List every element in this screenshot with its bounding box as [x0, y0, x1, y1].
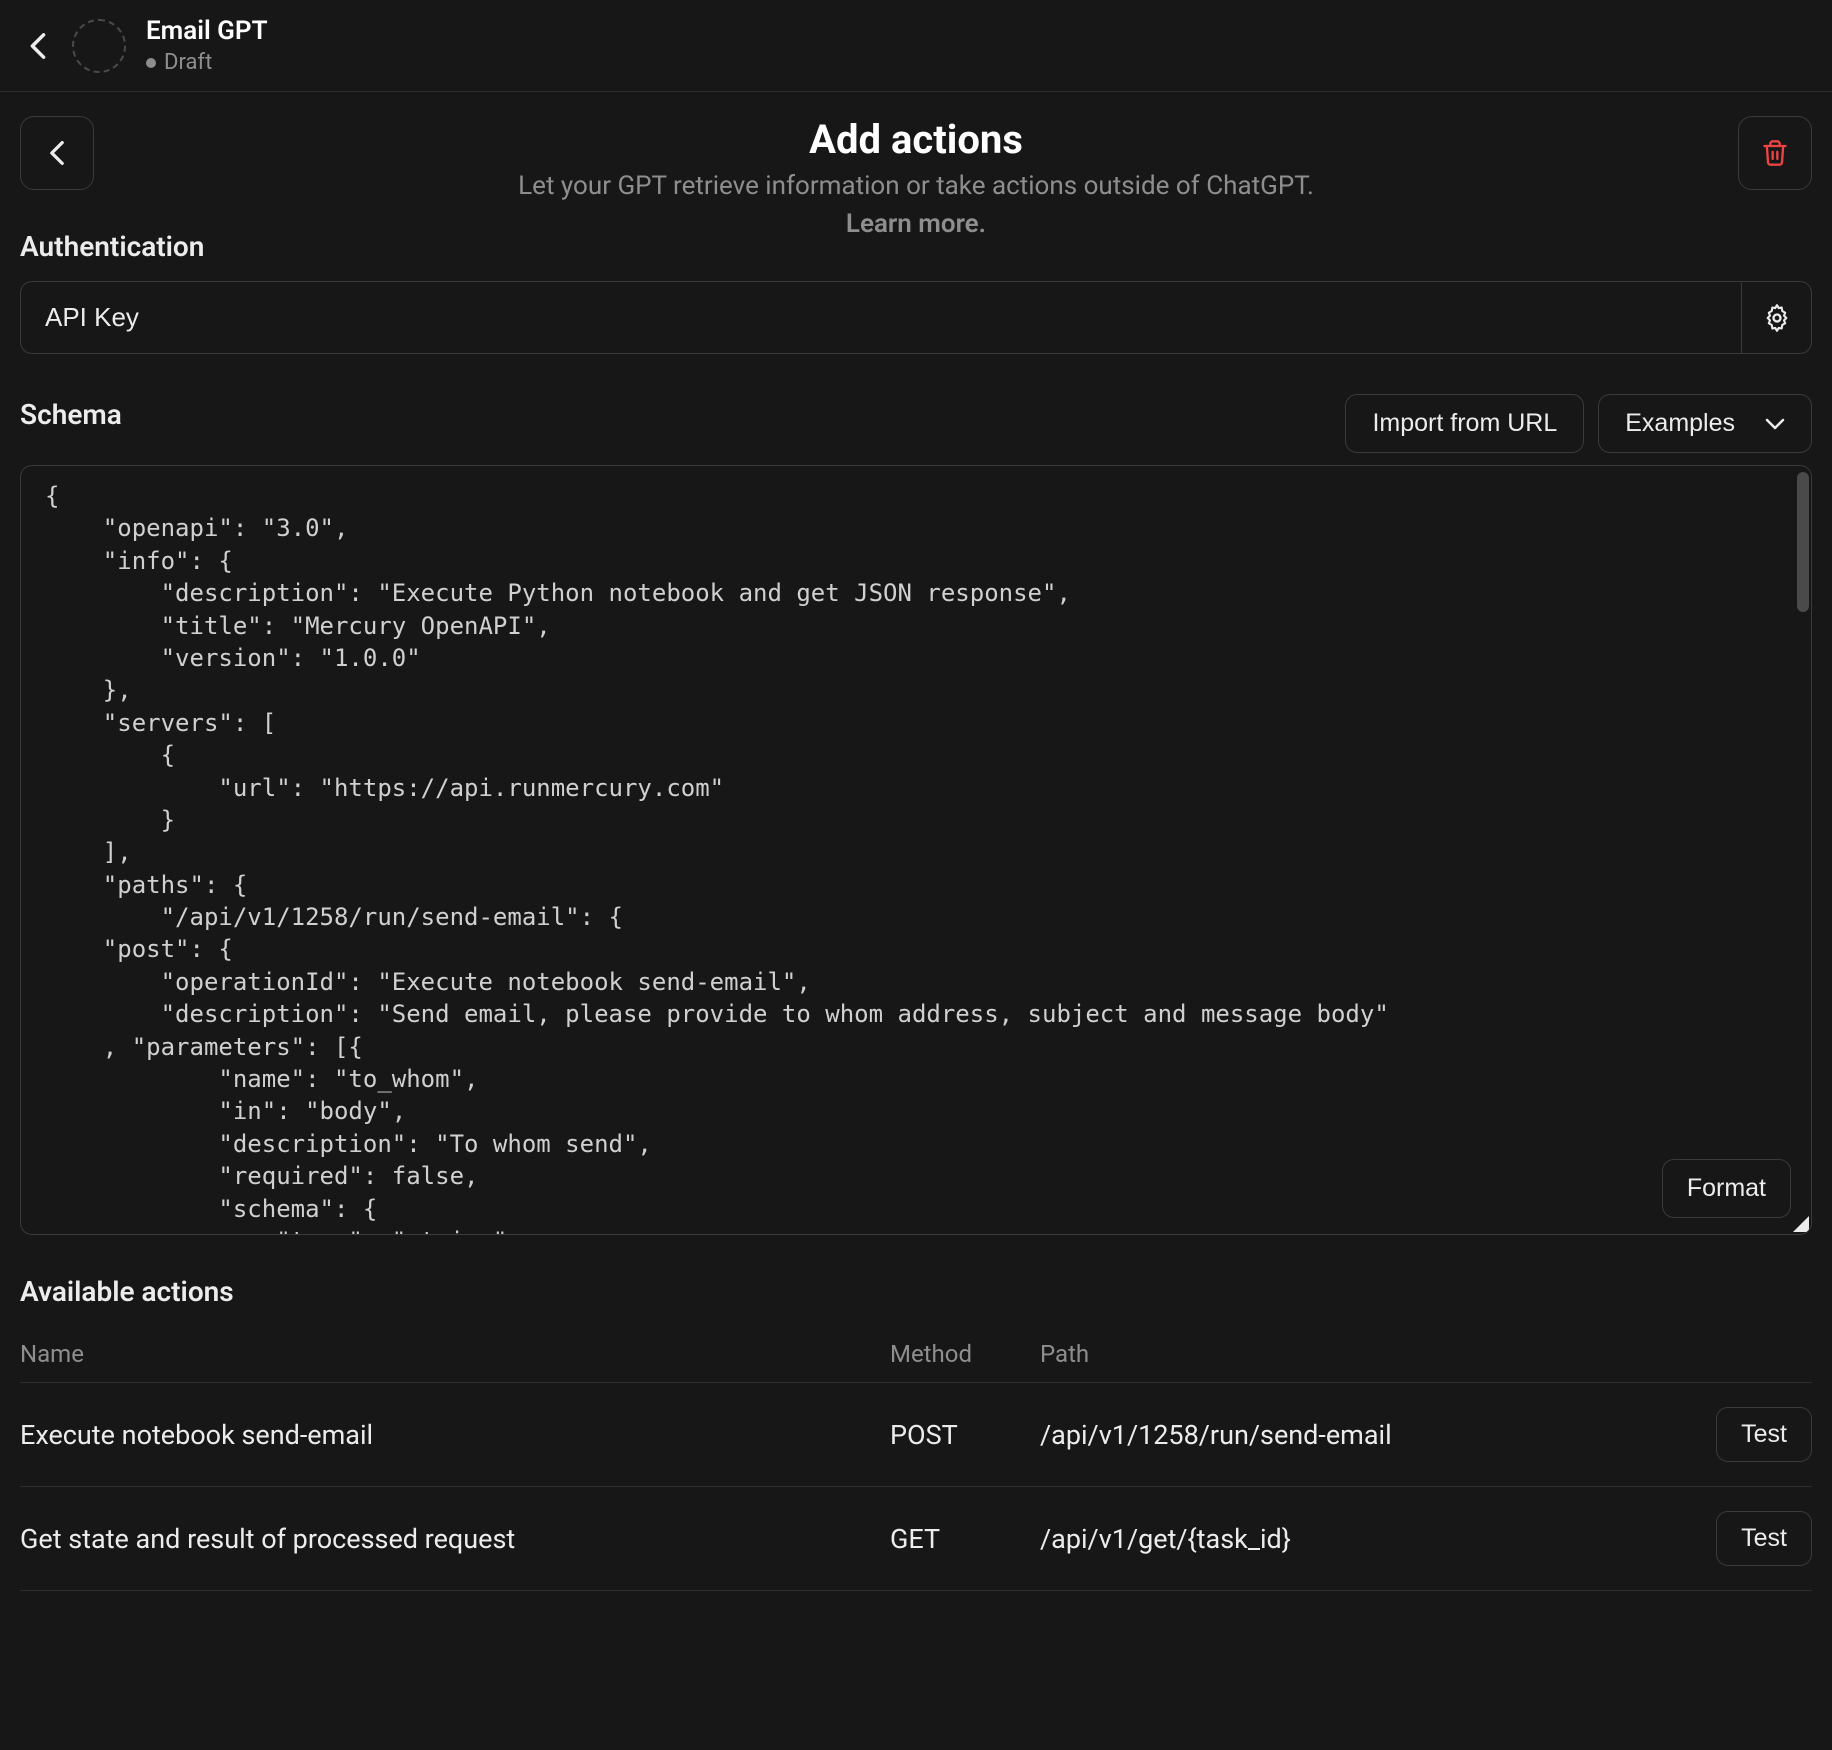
action-path: /api/v1/get/{task_id}: [1040, 1523, 1672, 1555]
header-titles: Email GPT Draft: [146, 16, 268, 75]
examples-label: Examples: [1625, 409, 1735, 438]
chevron-left-icon: [28, 32, 48, 60]
resize-handle-icon[interactable]: [1793, 1216, 1809, 1232]
learn-more-link[interactable]: Learn more.: [20, 209, 1812, 239]
col-name: Name: [20, 1340, 890, 1368]
schema-textarea[interactable]: [21, 466, 1811, 1234]
table-row: Execute notebook send-email POST /api/v1…: [20, 1383, 1812, 1487]
actions-table: Name Method Path Execute notebook send-e…: [20, 1326, 1812, 1591]
schema-editor: Format: [20, 465, 1812, 1235]
gear-icon: [1763, 304, 1791, 332]
top-header: Email GPT Draft: [0, 0, 1832, 92]
back-button[interactable]: [20, 116, 94, 190]
col-method: Method: [890, 1340, 1040, 1368]
trash-icon: [1761, 138, 1789, 168]
format-button[interactable]: Format: [1662, 1159, 1791, 1218]
main-content: Add actions Let your GPT retrieve inform…: [0, 92, 1832, 1655]
schema-buttons: Import from URL Examples: [1345, 394, 1812, 453]
examples-dropdown[interactable]: Examples: [1598, 394, 1812, 453]
auth-section: Authentication: [20, 230, 1812, 354]
delete-button[interactable]: [1738, 116, 1812, 190]
table-header: Name Method Path: [20, 1326, 1812, 1383]
auth-field-row: [20, 281, 1812, 354]
action-method: POST: [890, 1419, 1040, 1451]
schema-label: Schema: [20, 398, 122, 431]
import-url-label: Import from URL: [1372, 409, 1557, 438]
table-row: Get state and result of processed reques…: [20, 1487, 1812, 1591]
scrollbar[interactable]: [1797, 472, 1809, 612]
test-button[interactable]: Test: [1716, 1407, 1812, 1462]
gpt-avatar-placeholder[interactable]: [72, 19, 126, 73]
chevron-down-icon: [1765, 418, 1785, 430]
nav-back-button[interactable]: [24, 32, 52, 60]
page-header: Add actions Let your GPT retrieve inform…: [20, 116, 1812, 190]
status-dot-icon: [146, 58, 156, 68]
gpt-status: Draft: [146, 50, 268, 75]
gpt-name: Email GPT: [146, 16, 268, 46]
actions-label: Available actions: [20, 1275, 1812, 1308]
page-title: Add actions: [20, 116, 1812, 163]
page-title-block: Add actions Let your GPT retrieve inform…: [20, 116, 1812, 239]
test-button[interactable]: Test: [1716, 1511, 1812, 1566]
chevron-left-icon: [49, 140, 65, 166]
page-subtitle: Let your GPT retrieve information or tak…: [20, 171, 1812, 201]
import-url-button[interactable]: Import from URL: [1345, 394, 1584, 453]
action-method: GET: [890, 1523, 1040, 1555]
col-path: Path: [1040, 1340, 1672, 1368]
status-label: Draft: [164, 50, 212, 75]
action-name: Get state and result of processed reques…: [20, 1523, 890, 1555]
actions-section: Available actions Name Method Path Execu…: [20, 1275, 1812, 1591]
auth-input[interactable]: [21, 282, 1741, 353]
action-name: Execute notebook send-email: [20, 1419, 890, 1451]
schema-section: Schema Import from URL Examples Format: [20, 394, 1812, 1235]
auth-settings-button[interactable]: [1741, 282, 1811, 353]
schema-header: Schema Import from URL Examples: [20, 394, 1812, 453]
action-path: /api/v1/1258/run/send-email: [1040, 1419, 1672, 1451]
